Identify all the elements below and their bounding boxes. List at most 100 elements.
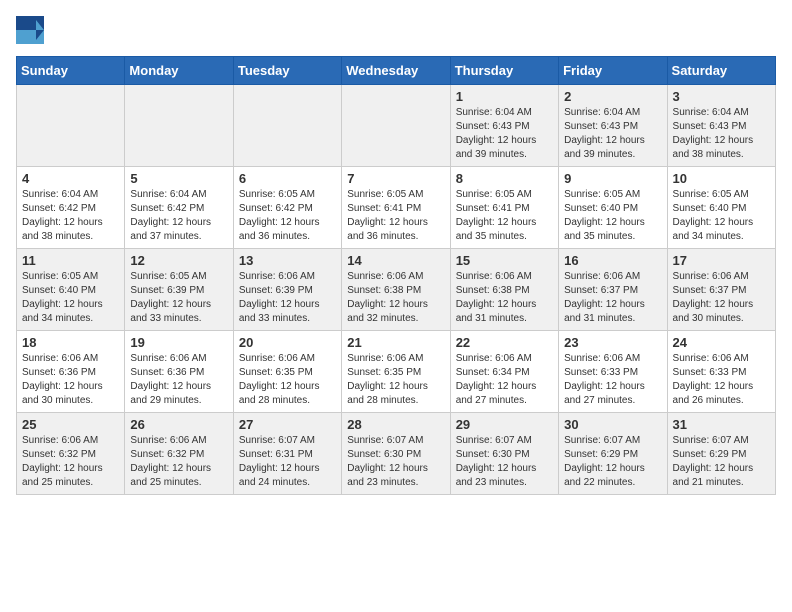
weekday-header-wednesday: Wednesday: [342, 57, 450, 85]
calendar-cell: [342, 85, 450, 167]
calendar-cell: 30Sunrise: 6:07 AM Sunset: 6:29 PM Dayli…: [559, 413, 667, 495]
day-info: Sunrise: 6:06 AM Sunset: 6:36 PM Dayligh…: [130, 352, 227, 408]
calendar-cell: 15 Sunrise: 6:06 AM Sunset: 6:38 PM Dayli…: [450, 249, 558, 331]
day-number: 26: [130, 417, 227, 432]
day-info: Sunrise: 6:04 AM Sunset: 6:42 PM Dayligh…: [130, 188, 227, 244]
day-number: 8: [456, 171, 553, 186]
day-number: 28: [347, 417, 444, 432]
day-info: Sunrise: 6:06 AM Sunset: 6:38 PM Dayligh…: [456, 270, 553, 326]
day-info: Sunrise: 6:06 AM Sunset: 6:39 PM Dayligh…: [239, 270, 336, 326]
calendar-cell: 27 Sunrise: 6:07 AM Sunset: 6:31 PM Dayli…: [233, 413, 341, 495]
day-info: Sunrise: 6:04 AM Sunset: 6:43 PM Dayligh…: [564, 106, 661, 162]
weekday-header-tuesday: Tuesday: [233, 57, 341, 85]
day-number: 6: [239, 171, 336, 186]
day-info: Sunrise: 6:06 AM Sunset: 6:38 PM Dayligh…: [347, 270, 444, 326]
weekday-header-sunday: Sunday: [17, 57, 125, 85]
day-info: Sunrise: 6:04 AM Sunset: 6:43 PM Dayligh…: [673, 106, 770, 162]
day-number: 12: [130, 253, 227, 268]
calendar-cell: 2 Sunrise: 6:04 AM Sunset: 6:43 PM Daylig…: [559, 85, 667, 167]
day-info: Sunrise: 6:06 AM Sunset: 6:32 PM Dayligh…: [22, 434, 119, 490]
day-number: 19: [130, 335, 227, 350]
day-info: Sunrise: 6:04 AM Sunset: 6:43 PM Dayligh…: [456, 106, 553, 162]
day-info: Sunrise: 6:05 AM Sunset: 6:40 PM Dayligh…: [564, 188, 661, 244]
calendar-cell: [233, 85, 341, 167]
calendar-cell: 5 Sunrise: 6:04 AM Sunset: 6:42 PM Daylig…: [125, 167, 233, 249]
day-info: Sunrise: 6:06 AM Sunset: 6:32 PM Dayligh…: [130, 434, 227, 490]
day-info: Sunrise: 6:05 AM Sunset: 6:41 PM Dayligh…: [347, 188, 444, 244]
calendar-cell: 23 Sunrise: 6:06 AM Sunset: 6:33 PM Dayli…: [559, 331, 667, 413]
calendar-cell: 7 Sunrise: 6:05 AM Sunset: 6:41 PM Daylig…: [342, 167, 450, 249]
calendar-week-row: 1Sunrise: 6:04 AM Sunset: 6:43 PM Daylig…: [17, 85, 776, 167]
calendar-table: SundayMondayTuesdayWednesdayThursdayFrid…: [16, 56, 776, 495]
calendar-cell: 26 Sunrise: 6:06 AM Sunset: 6:32 PM Dayli…: [125, 413, 233, 495]
day-info: Sunrise: 6:05 AM Sunset: 6:39 PM Dayligh…: [130, 270, 227, 326]
day-info: Sunrise: 6:07 AM Sunset: 6:31 PM Dayligh…: [239, 434, 336, 490]
weekday-header-thursday: Thursday: [450, 57, 558, 85]
day-info: Sunrise: 6:06 AM Sunset: 6:33 PM Dayligh…: [673, 352, 770, 408]
calendar-cell: 21Sunrise: 6:06 AM Sunset: 6:35 PM Dayli…: [342, 331, 450, 413]
calendar-week-row: 4 Sunrise: 6:04 AM Sunset: 6:42 PM Daylig…: [17, 167, 776, 249]
calendar-cell: 16Sunrise: 6:06 AM Sunset: 6:37 PM Dayli…: [559, 249, 667, 331]
weekday-header-monday: Monday: [125, 57, 233, 85]
day-number: 9: [564, 171, 661, 186]
day-number: 24: [673, 335, 770, 350]
calendar-cell: 9 Sunrise: 6:05 AM Sunset: 6:40 PM Daylig…: [559, 167, 667, 249]
calendar-header: SundayMondayTuesdayWednesdayThursdayFrid…: [17, 57, 776, 85]
day-info: Sunrise: 6:06 AM Sunset: 6:34 PM Dayligh…: [456, 352, 553, 408]
calendar-cell: 18Sunrise: 6:06 AM Sunset: 6:36 PM Dayli…: [17, 331, 125, 413]
day-number: 23: [564, 335, 661, 350]
day-info: Sunrise: 6:05 AM Sunset: 6:40 PM Dayligh…: [22, 270, 119, 326]
day-number: 18: [22, 335, 119, 350]
calendar-cell: 3 Sunrise: 6:04 AM Sunset: 6:43 PM Daylig…: [667, 85, 775, 167]
logo-icon: [16, 16, 44, 44]
day-number: 27: [239, 417, 336, 432]
calendar-cell: 20 Sunrise: 6:06 AM Sunset: 6:35 PM Dayli…: [233, 331, 341, 413]
logo: [16, 16, 48, 44]
calendar-body: 1Sunrise: 6:04 AM Sunset: 6:43 PM Daylig…: [17, 85, 776, 495]
day-info: Sunrise: 6:07 AM Sunset: 6:29 PM Dayligh…: [564, 434, 661, 490]
weekday-header-row: SundayMondayTuesdayWednesdayThursdayFrid…: [17, 57, 776, 85]
weekday-header-friday: Friday: [559, 57, 667, 85]
calendar-week-row: 18 Sunrise: 6:06 AM Sunset: 6:36 PM Dayli…: [17, 331, 776, 413]
day-info: Sunrise: 6:06 AM Sunset: 6:33 PM Dayligh…: [564, 352, 661, 408]
calendar-cell: [17, 85, 125, 167]
calendar-cell: 31 Sunrise: 6:07 AM Sunset: 6:29 PM Dayli…: [667, 413, 775, 495]
calendar-cell: 24 Sunrise: 6:06 AM Sunset: 6:33 PM Dayli…: [667, 331, 775, 413]
calendar-cell: 1Sunrise: 6:04 AM Sunset: 6:43 PM Daylig…: [450, 85, 558, 167]
day-number: 20: [239, 335, 336, 350]
day-info: Sunrise: 6:05 AM Sunset: 6:40 PM Dayligh…: [673, 188, 770, 244]
calendar-cell: 4 Sunrise: 6:04 AM Sunset: 6:42 PM Daylig…: [17, 167, 125, 249]
day-number: 14: [347, 253, 444, 268]
day-number: 21: [347, 335, 444, 350]
day-number: 10: [673, 171, 770, 186]
day-number: 4: [22, 171, 119, 186]
calendar-cell: 29 Sunrise: 6:07 AM Sunset: 6:30 PM Dayli…: [450, 413, 558, 495]
day-info: Sunrise: 6:06 AM Sunset: 6:37 PM Dayligh…: [564, 270, 661, 326]
day-info: Sunrise: 6:07 AM Sunset: 6:29 PM Dayligh…: [673, 434, 770, 490]
day-number: 31: [673, 417, 770, 432]
calendar-week-row: 11Sunrise: 6:05 AM Sunset: 6:40 PM Dayli…: [17, 249, 776, 331]
day-number: 2: [564, 89, 661, 104]
calendar-cell: 11Sunrise: 6:05 AM Sunset: 6:40 PM Dayli…: [17, 249, 125, 331]
calendar-cell: 8Sunrise: 6:05 AM Sunset: 6:41 PM Daylig…: [450, 167, 558, 249]
calendar-cell: 14 Sunrise: 6:06 AM Sunset: 6:38 PM Dayli…: [342, 249, 450, 331]
calendar-cell: 13Sunrise: 6:06 AM Sunset: 6:39 PM Dayli…: [233, 249, 341, 331]
day-number: 7: [347, 171, 444, 186]
day-info: Sunrise: 6:06 AM Sunset: 6:35 PM Dayligh…: [239, 352, 336, 408]
page-header: [16, 16, 776, 44]
day-info: Sunrise: 6:05 AM Sunset: 6:42 PM Dayligh…: [239, 188, 336, 244]
day-info: Sunrise: 6:07 AM Sunset: 6:30 PM Dayligh…: [347, 434, 444, 490]
day-number: 29: [456, 417, 553, 432]
day-info: Sunrise: 6:04 AM Sunset: 6:42 PM Dayligh…: [22, 188, 119, 244]
calendar-cell: 28 Sunrise: 6:07 AM Sunset: 6:30 PM Dayli…: [342, 413, 450, 495]
day-number: 5: [130, 171, 227, 186]
day-number: 3: [673, 89, 770, 104]
calendar-cell: 17Sunrise: 6:06 AM Sunset: 6:37 PM Dayli…: [667, 249, 775, 331]
calendar-cell: 10 Sunrise: 6:05 AM Sunset: 6:40 PM Dayli…: [667, 167, 775, 249]
day-number: 15: [456, 253, 553, 268]
day-info: Sunrise: 6:06 AM Sunset: 6:37 PM Dayligh…: [673, 270, 770, 326]
calendar-week-row: 25 Sunrise: 6:06 AM Sunset: 6:32 PM Dayli…: [17, 413, 776, 495]
day-info: Sunrise: 6:07 AM Sunset: 6:30 PM Dayligh…: [456, 434, 553, 490]
day-number: 25: [22, 417, 119, 432]
weekday-header-saturday: Saturday: [667, 57, 775, 85]
